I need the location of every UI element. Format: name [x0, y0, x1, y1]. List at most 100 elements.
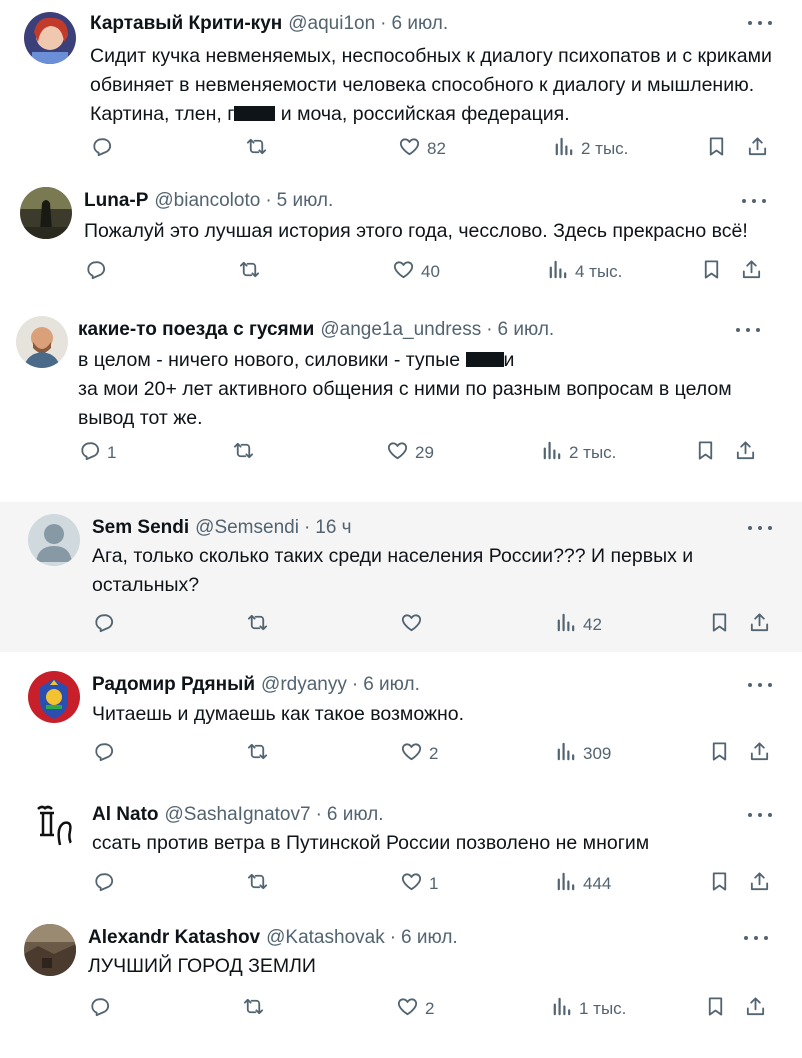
- tweet-text-part: Ага, только сколько таких среди населени…: [92, 545, 694, 596]
- retweet-button[interactable]: [242, 994, 265, 1024]
- views-button[interactable]: 4 тыс.: [546, 257, 622, 287]
- retweet-button[interactable]: [246, 869, 269, 899]
- reply-icon: [88, 995, 111, 1023]
- author-name[interactable]: Картавый Крити-кун: [90, 12, 282, 36]
- retweet-button[interactable]: [246, 739, 269, 769]
- author-name[interactable]: Al Nato: [92, 803, 159, 827]
- share-icon: [748, 740, 771, 768]
- more-icon[interactable]: [734, 320, 762, 340]
- reply-button[interactable]: 1: [78, 438, 116, 468]
- tweet[interactable]: Al Nato @SashaIgnatov7 · 6 июл. ссать пр…: [0, 785, 802, 910]
- tweet-text-part: ссать против ветра в Путинской России по…: [92, 832, 650, 854]
- share-button[interactable]: [734, 438, 757, 468]
- tweet[interactable]: Радомир Рдяный @rdyanyy · 6 июл. Читаешь…: [0, 655, 802, 783]
- avatar[interactable]: [28, 797, 80, 849]
- author-handle[interactable]: @aqui1on: [288, 12, 375, 36]
- bookmark-button[interactable]: [700, 257, 723, 287]
- views-icon: [554, 870, 577, 898]
- like-icon: [386, 439, 409, 467]
- views-button[interactable]: 42: [554, 610, 602, 640]
- action-bar: 2 1 тыс.: [0, 994, 802, 1024]
- bookmark-button[interactable]: [708, 610, 731, 640]
- action-bar: 1 444: [0, 869, 802, 899]
- author-handle[interactable]: @Semsendi: [195, 516, 299, 540]
- share-button[interactable]: [746, 134, 769, 164]
- views-icon: [552, 135, 575, 163]
- bookmark-button[interactable]: [694, 438, 717, 468]
- author-handle[interactable]: @rdyanyy: [261, 673, 347, 697]
- views-button[interactable]: 309: [554, 739, 611, 769]
- like-button[interactable]: 2: [396, 994, 434, 1024]
- more-icon[interactable]: [746, 675, 774, 695]
- views-button[interactable]: 2 тыс.: [540, 438, 616, 468]
- share-icon: [748, 870, 771, 898]
- share-button[interactable]: [748, 610, 771, 640]
- retweet-button[interactable]: [245, 134, 268, 164]
- reply-button[interactable]: [84, 257, 107, 287]
- more-icon[interactable]: [740, 191, 768, 211]
- retweet-button[interactable]: [238, 257, 261, 287]
- reply-button[interactable]: [92, 869, 115, 899]
- more-icon[interactable]: [746, 805, 774, 825]
- timestamp[interactable]: 6 июл.: [498, 318, 555, 342]
- more-icon[interactable]: [746, 13, 774, 33]
- retweet-button[interactable]: [246, 610, 269, 640]
- reply-button[interactable]: [90, 134, 113, 164]
- like-button[interactable]: 1: [400, 869, 438, 899]
- avatar[interactable]: [28, 514, 80, 566]
- author-name[interactable]: какие-то поезда с гусями: [78, 318, 314, 342]
- timestamp[interactable]: 6 июл.: [401, 926, 458, 950]
- views-count: 444: [583, 874, 612, 893]
- more-icon[interactable]: [746, 518, 774, 538]
- share-button[interactable]: [748, 869, 771, 899]
- retweet-button[interactable]: [232, 438, 255, 468]
- like-button[interactable]: 40: [392, 257, 440, 287]
- timestamp[interactable]: 6 июл.: [392, 12, 449, 36]
- views-button[interactable]: 444: [554, 869, 611, 899]
- author-handle[interactable]: @ange1a_undress: [320, 318, 481, 342]
- bookmark-button[interactable]: [708, 869, 731, 899]
- views-count: 2 тыс.: [581, 139, 629, 158]
- author-handle[interactable]: @SashaIgnatov7: [165, 803, 311, 827]
- tweet[interactable]: какие-то поезда с гусями @ange1a_undress…: [0, 300, 802, 500]
- more-icon[interactable]: [742, 928, 770, 948]
- share-button[interactable]: [748, 739, 771, 769]
- avatar[interactable]: [24, 12, 76, 64]
- avatar[interactable]: [16, 316, 68, 368]
- like-button[interactable]: 82: [398, 134, 446, 164]
- avatar[interactable]: [28, 671, 80, 723]
- reply-button[interactable]: [92, 610, 115, 640]
- like-button[interactable]: [400, 610, 423, 640]
- timestamp[interactable]: 16 ч: [315, 516, 351, 540]
- timestamp[interactable]: 5 июл.: [277, 189, 334, 213]
- like-button[interactable]: 2: [400, 739, 438, 769]
- bookmark-button[interactable]: [705, 134, 728, 164]
- tweet[interactable]: Картавый Крити-кун @aqui1on · 6 июл. Сид…: [0, 0, 802, 175]
- timestamp[interactable]: 6 июл.: [327, 803, 384, 827]
- author-name[interactable]: Sem Sendi: [92, 516, 189, 540]
- share-icon: [740, 258, 763, 286]
- author-handle[interactable]: @biancoloto: [154, 189, 260, 213]
- timestamp[interactable]: 6 июл.: [363, 673, 420, 697]
- author-name[interactable]: Luna-P: [84, 189, 148, 213]
- share-button[interactable]: [740, 257, 763, 287]
- author-handle[interactable]: @Katashovak: [266, 926, 385, 950]
- views-button[interactable]: 1 тыс.: [550, 994, 626, 1024]
- views-button[interactable]: 2 тыс.: [552, 134, 628, 164]
- bookmark-button[interactable]: [704, 994, 727, 1024]
- author-name[interactable]: Радомир Рдяный: [92, 673, 255, 697]
- avatar[interactable]: [20, 187, 72, 239]
- separator-dot: ·: [351, 674, 359, 695]
- tweet[interactable]: Sem Sendi @Semsendi · 16 ч Ага, только с…: [0, 502, 802, 652]
- like-button[interactable]: 29: [386, 438, 434, 468]
- share-button[interactable]: [744, 994, 767, 1024]
- avatar[interactable]: [24, 924, 76, 976]
- reply-button[interactable]: [92, 739, 115, 769]
- author-name[interactable]: Alexandr Katashov: [88, 926, 260, 950]
- reply-button[interactable]: [88, 994, 111, 1024]
- tweet[interactable]: Alexandr Katashov @Katashovak · 6 июл. Л…: [0, 912, 802, 1058]
- separator-dot: ·: [389, 927, 397, 948]
- bookmark-button[interactable]: [708, 739, 731, 769]
- tweet[interactable]: Luna-P @biancoloto · 5 июл. Пожалуй это …: [0, 175, 802, 300]
- bookmark-icon: [700, 258, 723, 286]
